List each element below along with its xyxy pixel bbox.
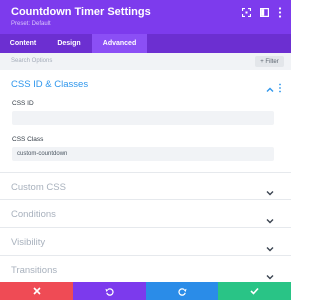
cancel-button[interactable]	[0, 282, 73, 300]
preset-selector[interactable]: Preset: Default	[11, 21, 51, 27]
settings-tabs: Content Design Advanced	[0, 34, 291, 53]
undo-icon	[105, 287, 114, 296]
redo-button[interactable]	[146, 282, 218, 300]
section-divider	[0, 199, 291, 200]
section-divider	[0, 172, 291, 173]
section-more-icon[interactable]	[278, 80, 282, 93]
section-visibility[interactable]: Visibility	[11, 237, 45, 248]
section-css-id-classes[interactable]: CSS ID & Classes	[11, 79, 88, 90]
css-id-input[interactable]	[12, 111, 274, 125]
section-transitions[interactable]: Transitions	[11, 265, 57, 276]
search-bar: Search Options + Filter	[0, 53, 291, 70]
check-icon	[250, 287, 259, 295]
css-class-label: CSS Class	[12, 136, 44, 143]
filter-button[interactable]: + Filter	[255, 56, 284, 67]
save-button[interactable]	[218, 282, 291, 300]
tab-advanced[interactable]: Advanced	[92, 34, 147, 53]
chevron-up-icon[interactable]	[266, 81, 274, 92]
more-options-icon[interactable]	[274, 6, 286, 18]
action-bar	[0, 282, 291, 300]
close-icon	[32, 287, 41, 295]
section-divider	[0, 227, 291, 228]
undo-button[interactable]	[73, 282, 146, 300]
section-conditions[interactable]: Conditions	[11, 209, 56, 220]
sidebar-toggle-icon[interactable]	[258, 6, 270, 18]
fullscreen-icon[interactable]	[240, 6, 252, 18]
search-input[interactable]: Search Options	[11, 58, 52, 64]
css-class-input[interactable]: custom-countdown	[12, 147, 274, 161]
section-custom-css[interactable]: Custom CSS	[11, 182, 66, 193]
tab-content[interactable]: Content	[0, 34, 46, 53]
modal-title: Countdown Timer Settings	[11, 6, 151, 18]
section-divider	[0, 255, 291, 256]
redo-icon	[177, 287, 187, 296]
css-id-label: CSS ID	[12, 100, 34, 107]
settings-header: Countdown Timer Settings Preset: Default	[0, 0, 291, 34]
tab-design[interactable]: Design	[46, 34, 92, 53]
